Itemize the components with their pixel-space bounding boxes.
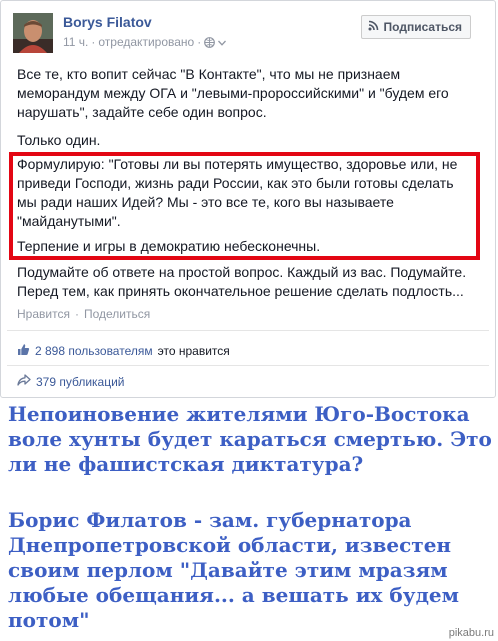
watermark: pikabu.ru [448,627,494,639]
facebook-post-card: Borys Filatov 11 ч. · отредактировано · … [0,0,496,398]
likes-count[interactable]: 2 898 пользователям [35,344,153,358]
caption-paragraph-1: Непоиновение жителями Юго-Востока воле х… [8,402,492,476]
subscribe-label: Подписаться [383,20,462,34]
edited-label[interactable]: отредактировано [98,35,194,49]
post-actions: Нравится · Поделиться [17,307,150,321]
author-avatar[interactable] [13,13,53,53]
chevron-down-icon[interactable] [218,35,227,49]
globe-icon[interactable] [204,36,216,48]
post-meta: 11 ч. · отредактировано · [63,35,227,49]
likes-summary: 2 898 пользователям это нравится [17,343,230,359]
like-link[interactable]: Нравится [17,307,70,321]
paragraph-5-line-2: Перед тем, как принять окончательное реш… [17,283,464,299]
divider [7,330,489,331]
shares-count: 379 публикаций [36,374,125,389]
paragraph-3: Формулирую: "Готовы ли вы потерять имуще… [17,156,458,229]
share-arrow-icon [17,374,31,389]
avatar-photo [13,13,53,53]
share-link[interactable]: Поделиться [84,307,150,321]
rss-icon [368,20,379,34]
meta-separator: · [91,35,96,49]
actions-separator: · [74,307,79,321]
divider-2 [7,365,489,366]
post-time[interactable]: 11 ч. [63,35,88,49]
paragraph-5: Подумайте об ответе на простой вопрос. К… [17,263,487,301]
author-name[interactable]: Borys Filatov [63,14,152,30]
paragraph-5-line-1: Подумайте об ответе на простой вопрос. К… [17,264,467,280]
paragraph-1: Все те, кто вопит сейчас "В Контакте", ч… [17,66,449,120]
caption-paragraph-2: Борис Филатов - зам. губернатора Днепроп… [8,508,460,632]
subscribe-button[interactable]: Подписаться [360,15,471,39]
paragraph-4: Терпение и игры в демократию небесконечн… [17,238,321,254]
likes-suffix: это нравится [157,344,230,358]
shares-summary[interactable]: 379 публикаций [17,374,125,389]
thumbs-up-icon [17,343,30,359]
paragraph-2: Только один. [17,132,101,148]
meta-separator-2: · [197,35,202,49]
